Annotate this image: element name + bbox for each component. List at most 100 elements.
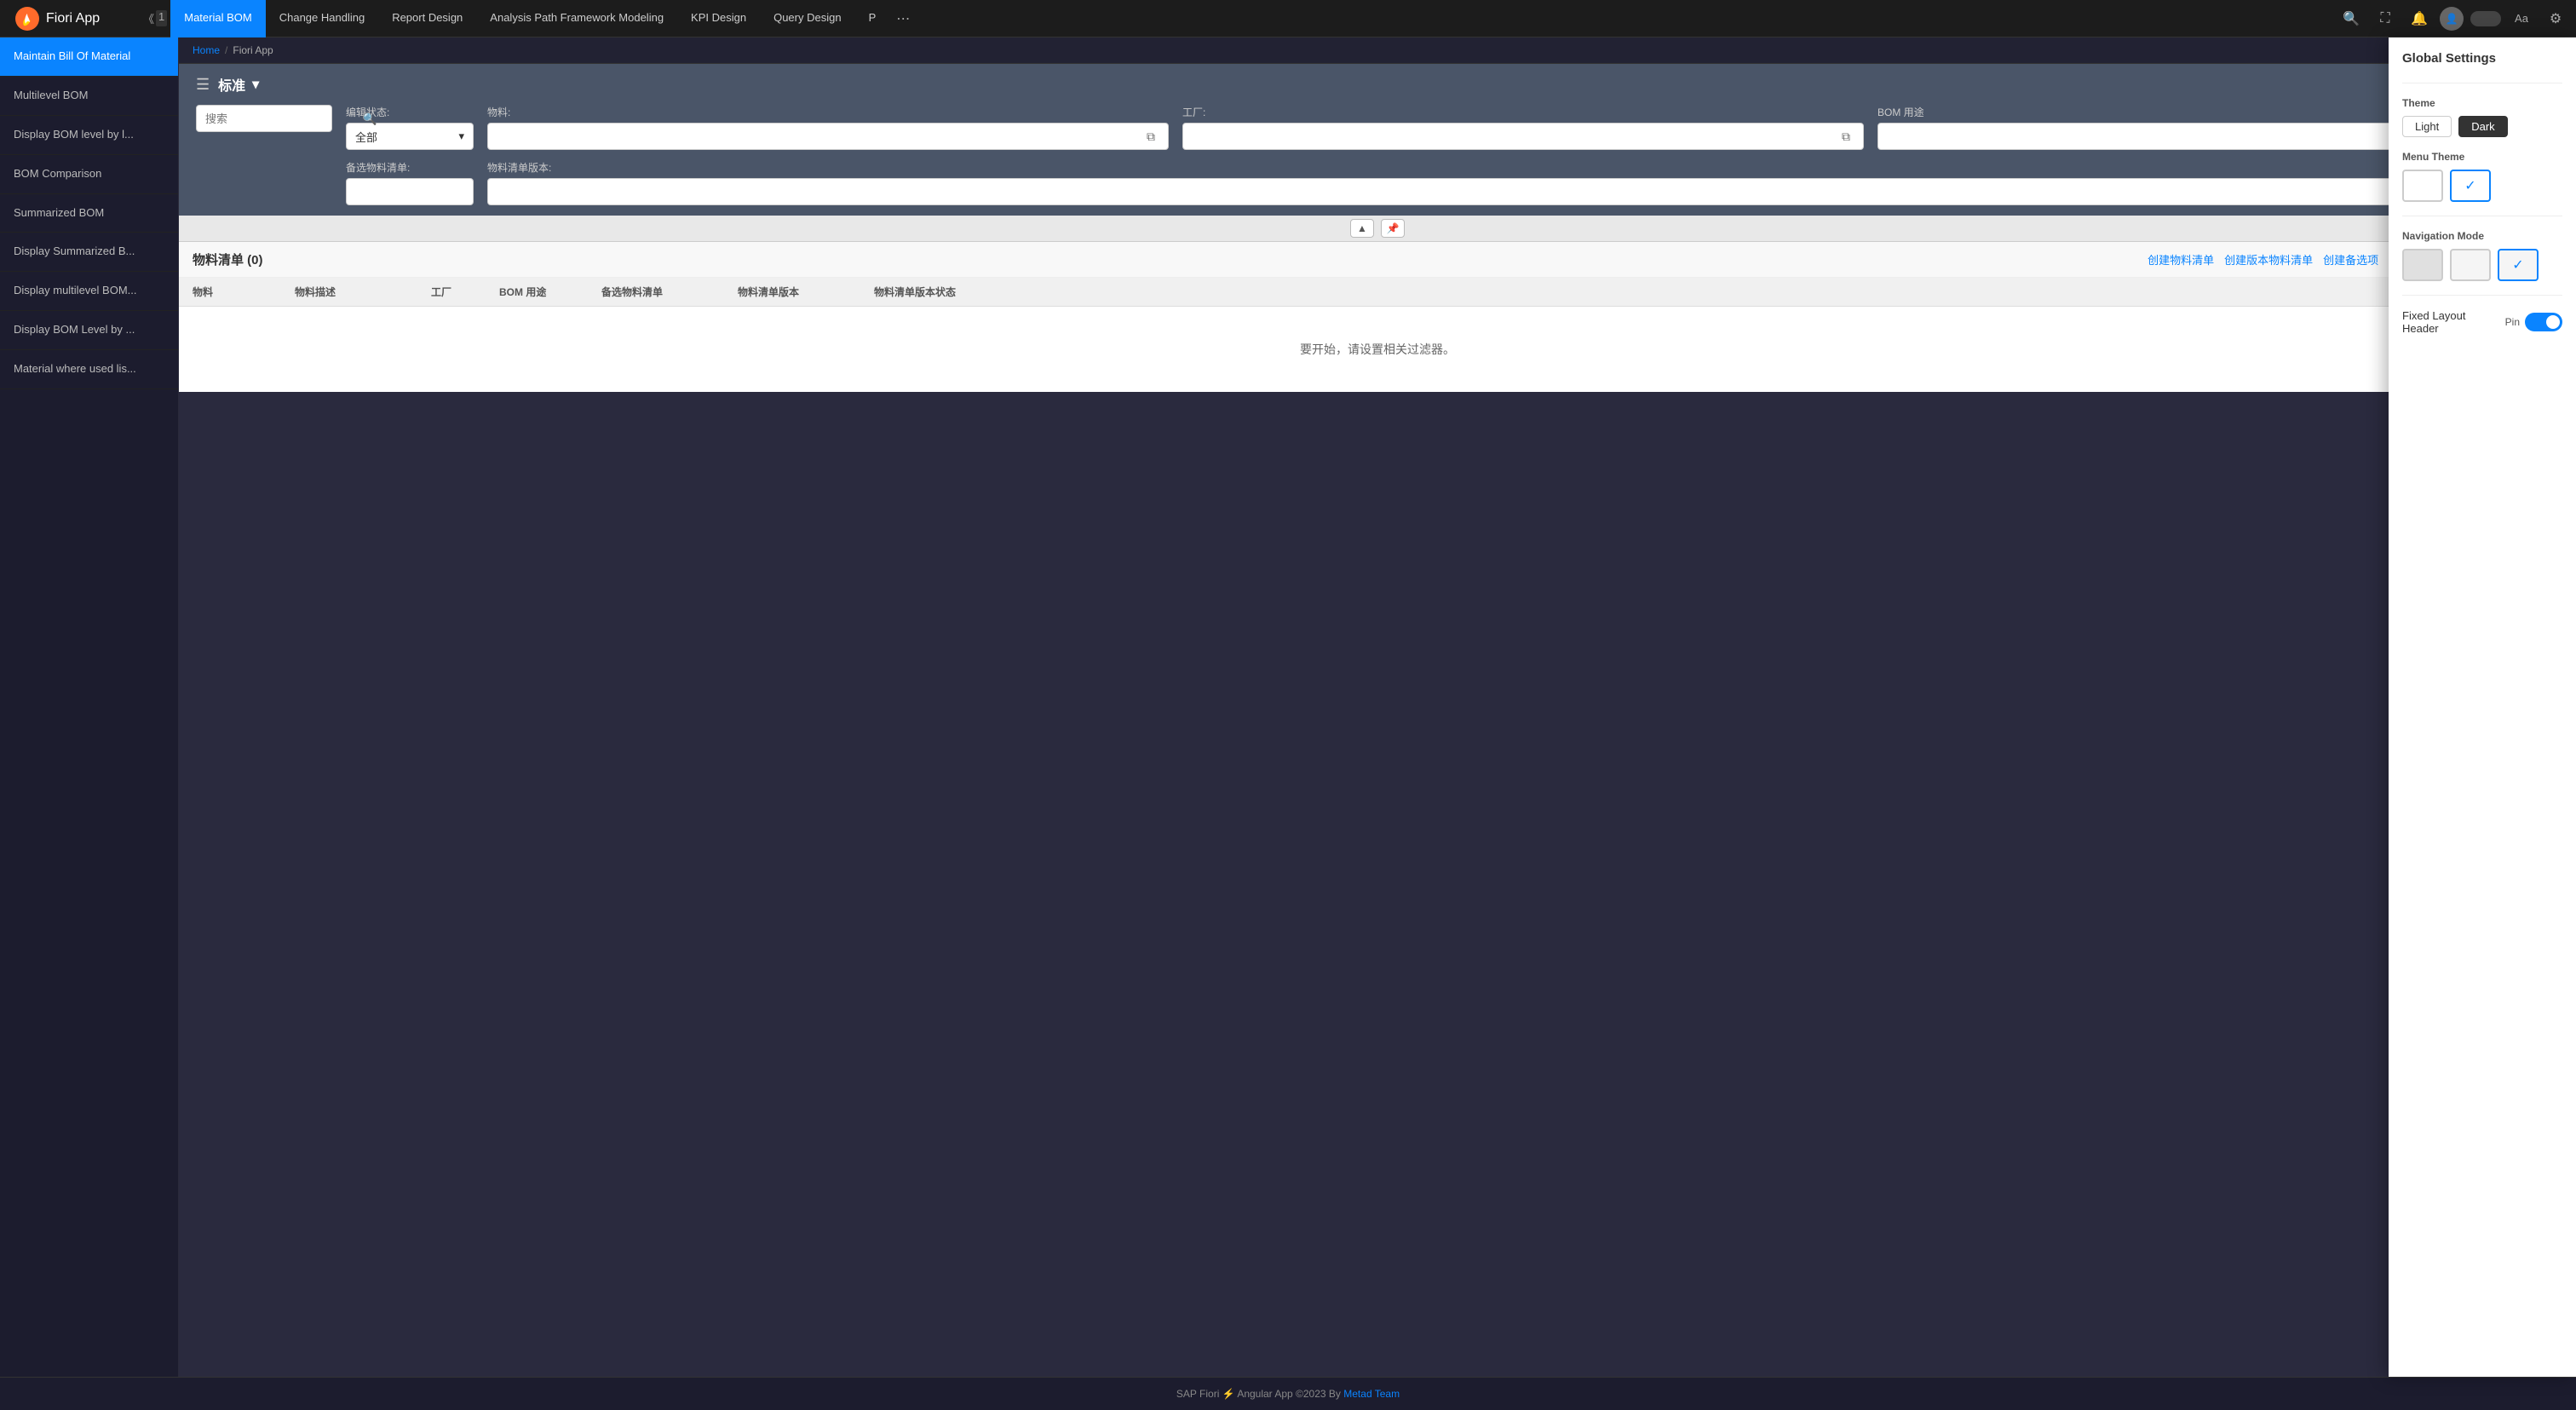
spacer-group bbox=[196, 160, 332, 205]
chevron-left-icon[interactable]: 《 bbox=[143, 10, 154, 26]
gs-nav-box-1[interactable] bbox=[2402, 249, 2443, 281]
material-input[interactable] bbox=[497, 130, 1136, 143]
plant-copy-icon[interactable]: ⧉ bbox=[1837, 128, 1854, 145]
plant-input[interactable] bbox=[1192, 130, 1831, 143]
edit-status-select[interactable]: 全部 ▾ bbox=[346, 123, 474, 150]
more-tabs-icon[interactable]: ⋯ bbox=[889, 5, 917, 32]
nav-tab-report-design[interactable]: Report Design bbox=[378, 0, 476, 37]
sidebar: Maintain Bill Of Material Multilevel BOM… bbox=[0, 37, 179, 1377]
gs-nav-box-2[interactable] bbox=[2450, 249, 2491, 281]
alt-bom-input[interactable] bbox=[355, 186, 505, 199]
notification-icon-btn[interactable]: 🔔 bbox=[2406, 5, 2433, 32]
bom-version-input-container[interactable]: ⧉ bbox=[487, 178, 2559, 205]
sidebar-item-display-bom-level-i[interactable]: Display BOM level by l... bbox=[0, 116, 178, 155]
filter-chevron-icon[interactable]: ▾ bbox=[252, 76, 259, 93]
gs-toggle-switch[interactable] bbox=[2525, 313, 2562, 331]
gs-menu-theme-section: Menu Theme ✓ bbox=[2402, 151, 2562, 202]
sidebar-item-material-where-used[interactable]: Material where used lis... bbox=[0, 350, 178, 389]
breadcrumb: Home / Fiori App bbox=[179, 37, 2576, 64]
plant-label: 工厂: bbox=[1182, 105, 1864, 119]
filter-title: 标准 ▾ bbox=[218, 74, 259, 95]
nav-tab-analysis-path[interactable]: Analysis Path Framework Modeling bbox=[476, 0, 677, 37]
gs-fixed-header-label: Fixed Layout Header bbox=[2402, 309, 2505, 335]
dropdown-chevron-icon: ▾ bbox=[458, 129, 464, 143]
plant-group: 工厂: ⧉ bbox=[1182, 105, 1864, 150]
sidebar-item-bom-comparison[interactable]: BOM Comparison bbox=[0, 155, 178, 194]
sidebar-item-multilevel-bom[interactable]: Multilevel BOM bbox=[0, 77, 178, 116]
nav-tab-p[interactable]: P bbox=[855, 0, 890, 37]
gs-nav-mode-section: Navigation Mode ✓ bbox=[2402, 230, 2562, 281]
gs-nav-mode-label: Navigation Mode bbox=[2402, 230, 2562, 242]
gs-nav-box-3[interactable]: ✓ bbox=[2498, 249, 2539, 281]
app-body: Maintain Bill Of Material Multilevel BOM… bbox=[0, 37, 2576, 1377]
plant-input-container[interactable]: ⧉ bbox=[1182, 123, 1864, 150]
nav-tab-change-handling[interactable]: Change Handling bbox=[266, 0, 378, 37]
collapse-up-btn[interactable]: ▲ bbox=[1350, 219, 1374, 238]
alt-bom-input-container[interactable]: ⧉ bbox=[346, 178, 474, 205]
main-content: Home / Fiori App ☰ 标准 ▾ bbox=[179, 37, 2576, 1377]
fullscreen-icon-btn[interactable]: ⛶ bbox=[2372, 5, 2399, 32]
nav-tab-kpi-design[interactable]: KPI Design bbox=[677, 0, 760, 37]
global-settings-title: Global Settings bbox=[2402, 51, 2562, 66]
nav-tab-query-design[interactable]: Query Design bbox=[760, 0, 854, 37]
gs-pin-label: Pin bbox=[2505, 316, 2520, 328]
filter-menu-icon[interactable]: ☰ bbox=[196, 76, 210, 94]
breadcrumb-home[interactable]: Home bbox=[193, 44, 220, 56]
table-title: 物料清单 (0) bbox=[193, 250, 263, 268]
pin-btn[interactable]: 📌 bbox=[1381, 219, 1405, 238]
filter-row-2: 备选物料清单: ⧉ 物料清单版本: ⧉ bbox=[196, 160, 2559, 205]
gs-menu-check-btn[interactable]: ✓ bbox=[2450, 170, 2491, 202]
search-input-container[interactable]: 🔍 bbox=[196, 105, 332, 132]
footer: SAP Fiori ⚡ Angular App ©2023 By Metad T… bbox=[0, 1377, 2576, 1410]
gs-theme-light-btn[interactable]: Light bbox=[2402, 116, 2452, 137]
gs-divider-3 bbox=[2402, 295, 2562, 296]
fiori-logo bbox=[15, 7, 39, 31]
global-settings-panel: Global Settings Theme Light Dark Menu Th… bbox=[2389, 37, 2576, 1377]
gs-fixed-header-row: Fixed Layout Header Pin bbox=[2402, 309, 2562, 335]
theme-toggle[interactable] bbox=[2470, 11, 2501, 26]
table-column-headers: 物料 物料描述 工厂 BOM 用途 备选物料清单 物料清单版本 物料清单版本状态 bbox=[179, 278, 2576, 307]
top-navigation: Fiori App 《 1 Material BOM Change Handli… bbox=[0, 0, 2576, 37]
gs-theme-dark-btn[interactable]: Dark bbox=[2458, 116, 2507, 137]
gs-nav-check-icon: ✓ bbox=[2512, 256, 2523, 273]
search-input[interactable] bbox=[205, 112, 355, 125]
col-material: 物料 bbox=[193, 285, 295, 299]
gs-theme-label: Theme bbox=[2402, 97, 2562, 109]
filter-rows: 🔍 编辑状态: 全部 ▾ 物料: bbox=[196, 105, 2559, 205]
create-alt-btn[interactable]: 创建备选项 bbox=[2323, 251, 2378, 268]
sidebar-item-display-multilevel-bom[interactable]: Display multilevel BOM... bbox=[0, 272, 178, 311]
create-bom-btn[interactable]: 创建物料清单 bbox=[2148, 251, 2214, 268]
gs-menu-white-btn[interactable] bbox=[2402, 170, 2443, 202]
gs-menu-theme-label: Menu Theme bbox=[2402, 151, 2562, 163]
bom-version-input[interactable] bbox=[497, 186, 2526, 199]
search-icon: 🔍 bbox=[362, 112, 377, 126]
nav-tab-material-bom[interactable]: Material BOM bbox=[170, 0, 265, 37]
nav-right-actions: 🔍 ⛶ 🔔 👤 Aa ⚙ bbox=[2337, 5, 2569, 32]
settings-icon-btn[interactable]: ⚙ bbox=[2542, 5, 2569, 32]
col-bom-usage: BOM 用途 bbox=[499, 285, 601, 299]
user-avatar[interactable]: 👤 bbox=[2440, 7, 2464, 31]
brand: Fiori App bbox=[7, 7, 143, 31]
create-version-bom-btn[interactable]: 创建版本物料清单 bbox=[2224, 251, 2313, 268]
filter-header: ☰ 标准 ▾ bbox=[196, 74, 2559, 95]
material-input-container[interactable]: ⧉ bbox=[487, 123, 1169, 150]
table-header: 物料清单 (0) 创建物料清单 创建版本物料清单 创建备选项 创建版本 移交至制… bbox=[179, 242, 2576, 278]
table-area: 物料清单 (0) 创建物料清单 创建版本物料清单 创建备选项 创建版本 移交至制… bbox=[179, 242, 2576, 392]
collapse-chevrons[interactable]: 《 1 bbox=[143, 10, 167, 26]
sidebar-item-summarized-bom[interactable]: Summarized BOM bbox=[0, 194, 178, 233]
breadcrumb-current: Fiori App bbox=[233, 44, 273, 56]
gs-menu-theme-row: ✓ bbox=[2402, 170, 2562, 202]
sidebar-item-maintain-bom[interactable]: Maintain Bill Of Material bbox=[0, 37, 178, 77]
material-copy-icon[interactable]: ⧉ bbox=[1142, 128, 1159, 145]
footer-text: SAP Fiori ⚡ Angular App ©2023 By bbox=[1176, 1388, 1341, 1400]
edit-status-value: 全部 bbox=[355, 129, 377, 145]
sidebar-item-display-bom-level[interactable]: Display BOM Level by ... bbox=[0, 311, 178, 350]
col-bom-version: 物料清单版本 bbox=[738, 285, 874, 299]
search-icon-btn[interactable]: 🔍 bbox=[2337, 5, 2365, 32]
bom-version-label: 物料清单版本: bbox=[487, 160, 2559, 175]
footer-link[interactable]: Metad Team bbox=[1343, 1388, 1400, 1400]
breadcrumb-separator: / bbox=[225, 44, 227, 56]
col-alt-bom: 备选物料清单 bbox=[601, 285, 738, 299]
sidebar-item-display-summarized-b[interactable]: Display Summarized B... bbox=[0, 233, 178, 272]
text-size-icon-btn[interactable]: Aa bbox=[2508, 5, 2535, 32]
